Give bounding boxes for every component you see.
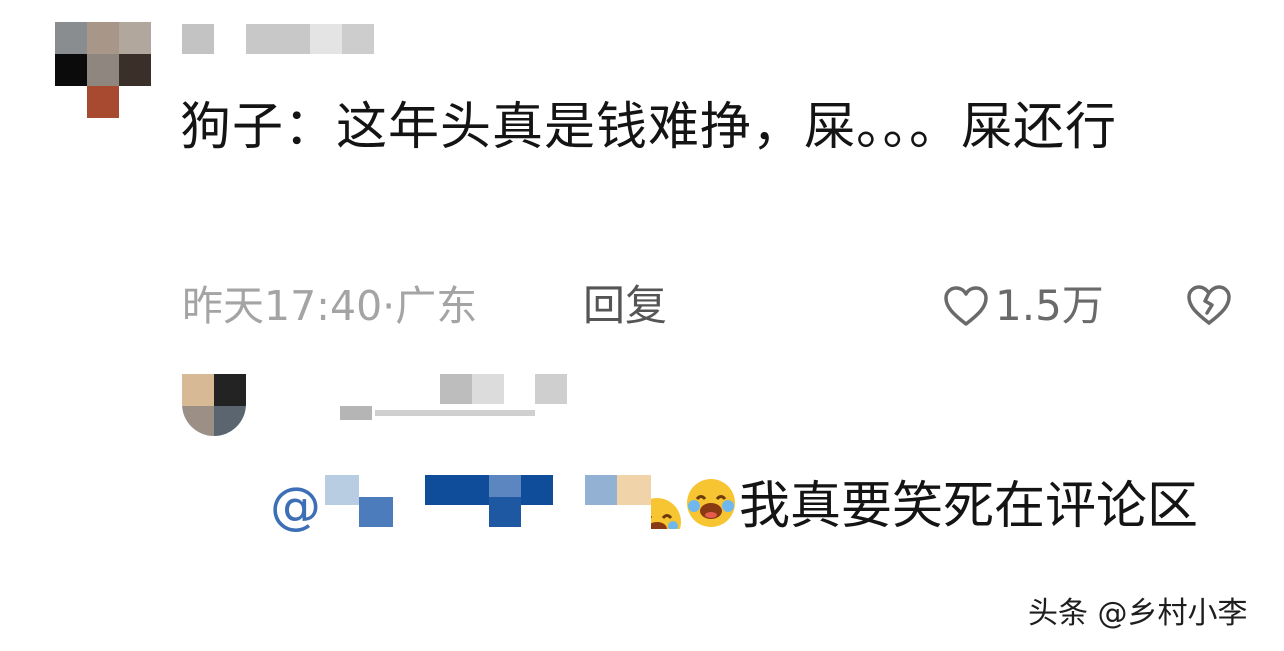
- laugh-cry-emoji: [651, 477, 683, 529]
- like-count: 1.5万: [995, 281, 1104, 330]
- reply-text: @ 我真要笑死在评论区: [270, 452, 1230, 562]
- mention-at[interactable]: @: [270, 477, 321, 536]
- broken-heart-icon[interactable]: [1185, 283, 1233, 327]
- reply-username-blurred[interactable]: [265, 372, 585, 432]
- laugh-cry-emoji: [685, 458, 737, 527]
- comment-text: 狗子：这年头真是钱难挣，屎。。。屎还行: [180, 98, 1118, 157]
- mention-username-blurred[interactable]: [321, 471, 651, 531]
- username-blurred[interactable]: [182, 20, 382, 54]
- reply-button[interactable]: 回复: [583, 276, 667, 336]
- reply-message: 我真要笑死在评论区: [739, 477, 1199, 536]
- watermark: 头条 @乡村小李: [1028, 596, 1248, 631]
- avatar[interactable]: [55, 22, 151, 118]
- heart-outline-icon: [944, 286, 988, 326]
- like-button[interactable]: 1.5万: [943, 276, 1104, 336]
- reply-avatar[interactable]: [182, 374, 246, 436]
- comment-time-location: 昨天17:40·广东: [182, 282, 478, 330]
